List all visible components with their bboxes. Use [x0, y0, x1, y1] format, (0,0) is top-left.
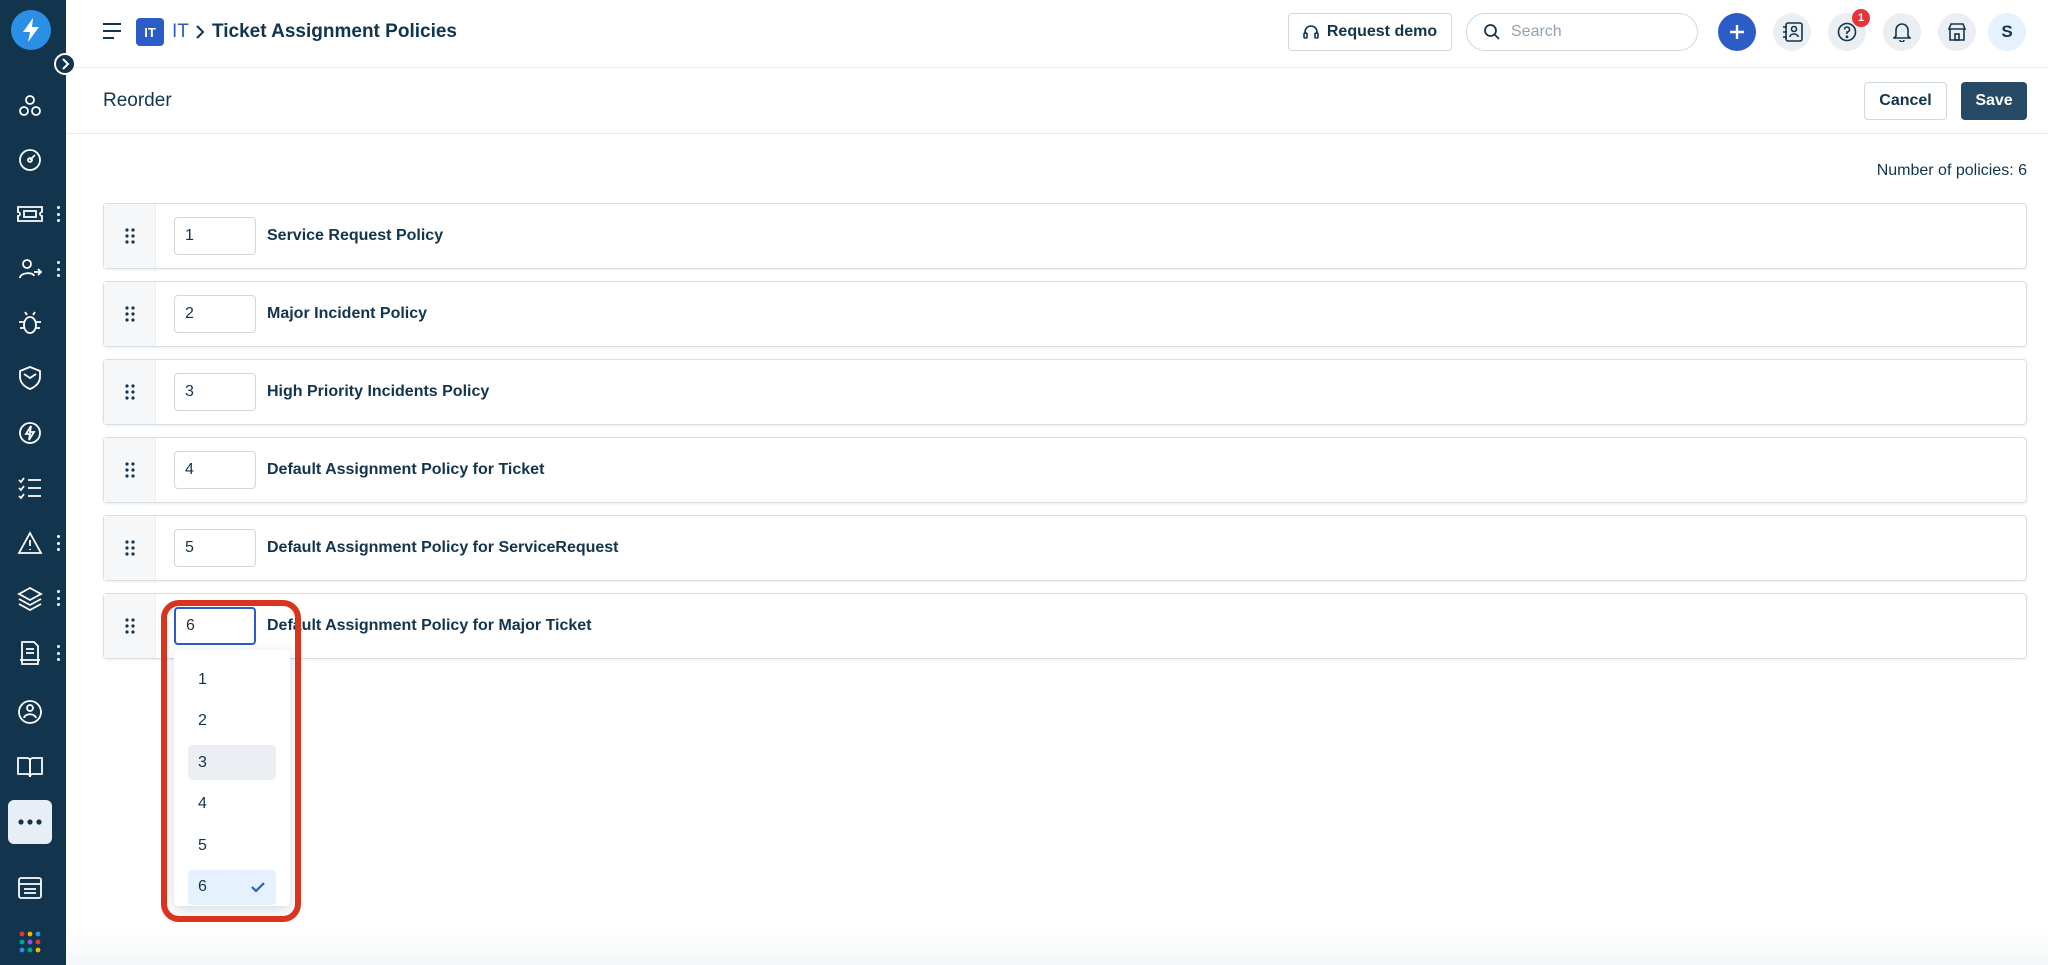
- save-button[interactable]: Save: [1961, 82, 2027, 120]
- bell-icon: [1893, 23, 1911, 42]
- drag-handle-icon[interactable]: [104, 594, 156, 658]
- dropdown-option-hovered[interactable]: 3: [188, 745, 276, 780]
- drag-handle-icon[interactable]: [104, 360, 156, 424]
- contact-card-icon: [1783, 22, 1803, 42]
- expand-rail-button[interactable]: [54, 53, 76, 75]
- global-search[interactable]: [1466, 13, 1698, 51]
- drag-handle-icon[interactable]: [104, 438, 156, 502]
- workspace-badge[interactable]: IT: [136, 18, 164, 46]
- breadcrumb-chevron-icon: [194, 23, 208, 41]
- policy-row[interactable]: 5 Default Assignment Policy for ServiceR…: [103, 515, 2027, 581]
- order-select-active[interactable]: 6: [174, 607, 256, 645]
- order-select[interactable]: 5: [174, 529, 256, 567]
- notifications-button[interactable]: [1883, 13, 1921, 51]
- ai-network-icon[interactable]: [8, 84, 52, 128]
- freshservice-logo-icon[interactable]: [11, 10, 51, 50]
- breadcrumb-workspace[interactable]: IT: [172, 20, 189, 44]
- policy-row[interactable]: 6 Default Assignment Policy for Major Ti…: [103, 593, 2027, 659]
- hamburger-menu-icon[interactable]: [102, 22, 122, 42]
- order-dropdown-menu: 1 2 3 4 5 6: [174, 650, 290, 906]
- help-question-icon: [1837, 22, 1857, 42]
- reorder-toolbar: Reorder Cancel Save: [66, 68, 2048, 134]
- drag-handle-icon[interactable]: [104, 204, 156, 268]
- service-desk-icon[interactable]: [8, 631, 52, 675]
- page-title: Ticket Assignment Policies: [212, 21, 457, 42]
- dashboard-panel-icon[interactable]: [8, 866, 52, 910]
- policy-row[interactable]: 2 Major Incident Policy: [103, 281, 2027, 347]
- policy-row[interactable]: 1 Service Request Policy: [103, 203, 2027, 269]
- order-select[interactable]: 1: [174, 217, 256, 255]
- more-icon[interactable]: [8, 800, 52, 844]
- create-new-button[interactable]: [1718, 13, 1756, 51]
- search-input[interactable]: [1511, 23, 1681, 41]
- dropdown-option-selected[interactable]: 6: [188, 869, 276, 905]
- dropdown-option[interactable]: 4: [188, 787, 276, 822]
- policy-name: Default Assignment Policy for ServiceReq…: [267, 539, 619, 556]
- reorder-title: Reorder: [103, 90, 172, 111]
- top-header: IT IT Ticket Assignment Policies Request…: [66, 0, 2048, 68]
- task-list-icon[interactable]: [8, 466, 52, 510]
- order-select[interactable]: 2: [174, 295, 256, 333]
- order-select[interactable]: 4: [174, 451, 256, 489]
- changes-bolt-icon[interactable]: [8, 411, 52, 455]
- page-footer: [66, 930, 2048, 965]
- policy-row[interactable]: 4 Default Assignment Policy for Ticket: [103, 437, 2027, 503]
- tickets-icon[interactable]: [8, 192, 52, 236]
- apps-grid-icon[interactable]: [8, 920, 52, 964]
- shield-icon[interactable]: [8, 356, 52, 400]
- request-demo-button[interactable]: Request demo: [1288, 13, 1452, 51]
- order-select[interactable]: 3: [174, 373, 256, 411]
- policy-name: High Priority Incidents Policy: [267, 383, 490, 400]
- policy-name: Default Assignment Policy for Major Tick…: [267, 617, 592, 634]
- plus-icon: [1730, 25, 1744, 39]
- dropdown-option[interactable]: 5: [188, 828, 276, 863]
- store-icon: [1947, 23, 1967, 41]
- help-notification-badge: 1: [1852, 9, 1870, 27]
- knowledge-book-icon[interactable]: [8, 745, 52, 789]
- request-demo-label: Request demo: [1326, 23, 1438, 40]
- problems-bug-icon[interactable]: [8, 301, 52, 345]
- org-chart-icon[interactable]: [8, 690, 52, 734]
- dropdown-option[interactable]: 1: [188, 662, 276, 697]
- users-menu-icon[interactable]: [55, 261, 61, 277]
- user-avatar[interactable]: S: [1988, 13, 2026, 51]
- policy-name: Major Incident Policy: [267, 305, 428, 322]
- help-button[interactable]: 1: [1828, 9, 1870, 51]
- contacts-card-button[interactable]: [1773, 13, 1811, 51]
- alerts-menu-icon[interactable]: [55, 535, 61, 551]
- assets-layers-icon[interactable]: [8, 576, 52, 620]
- service-desk-menu-icon[interactable]: [55, 645, 61, 661]
- alert-icon[interactable]: [8, 521, 52, 565]
- dashboard-gauge-icon[interactable]: [8, 138, 52, 182]
- policy-count: Number of policies: 6: [1876, 162, 2027, 179]
- headset-icon: [1303, 25, 1319, 39]
- drag-handle-icon[interactable]: [104, 282, 156, 346]
- search-icon: [1484, 24, 1500, 40]
- policy-name: Default Assignment Policy for Ticket: [267, 461, 545, 478]
- dropdown-option[interactable]: 2: [188, 704, 276, 739]
- marketplace-button[interactable]: [1938, 13, 1976, 51]
- checkmark-icon: [251, 882, 265, 893]
- drag-handle-icon[interactable]: [104, 516, 156, 580]
- cancel-button[interactable]: Cancel: [1864, 82, 1947, 120]
- policy-name: Service Request Policy: [267, 227, 444, 244]
- user-switch-icon[interactable]: [8, 247, 52, 291]
- policy-row[interactable]: 3 High Priority Incidents Policy: [103, 359, 2027, 425]
- assets-menu-icon[interactable]: [55, 590, 61, 606]
- tickets-menu-icon[interactable]: [55, 206, 61, 222]
